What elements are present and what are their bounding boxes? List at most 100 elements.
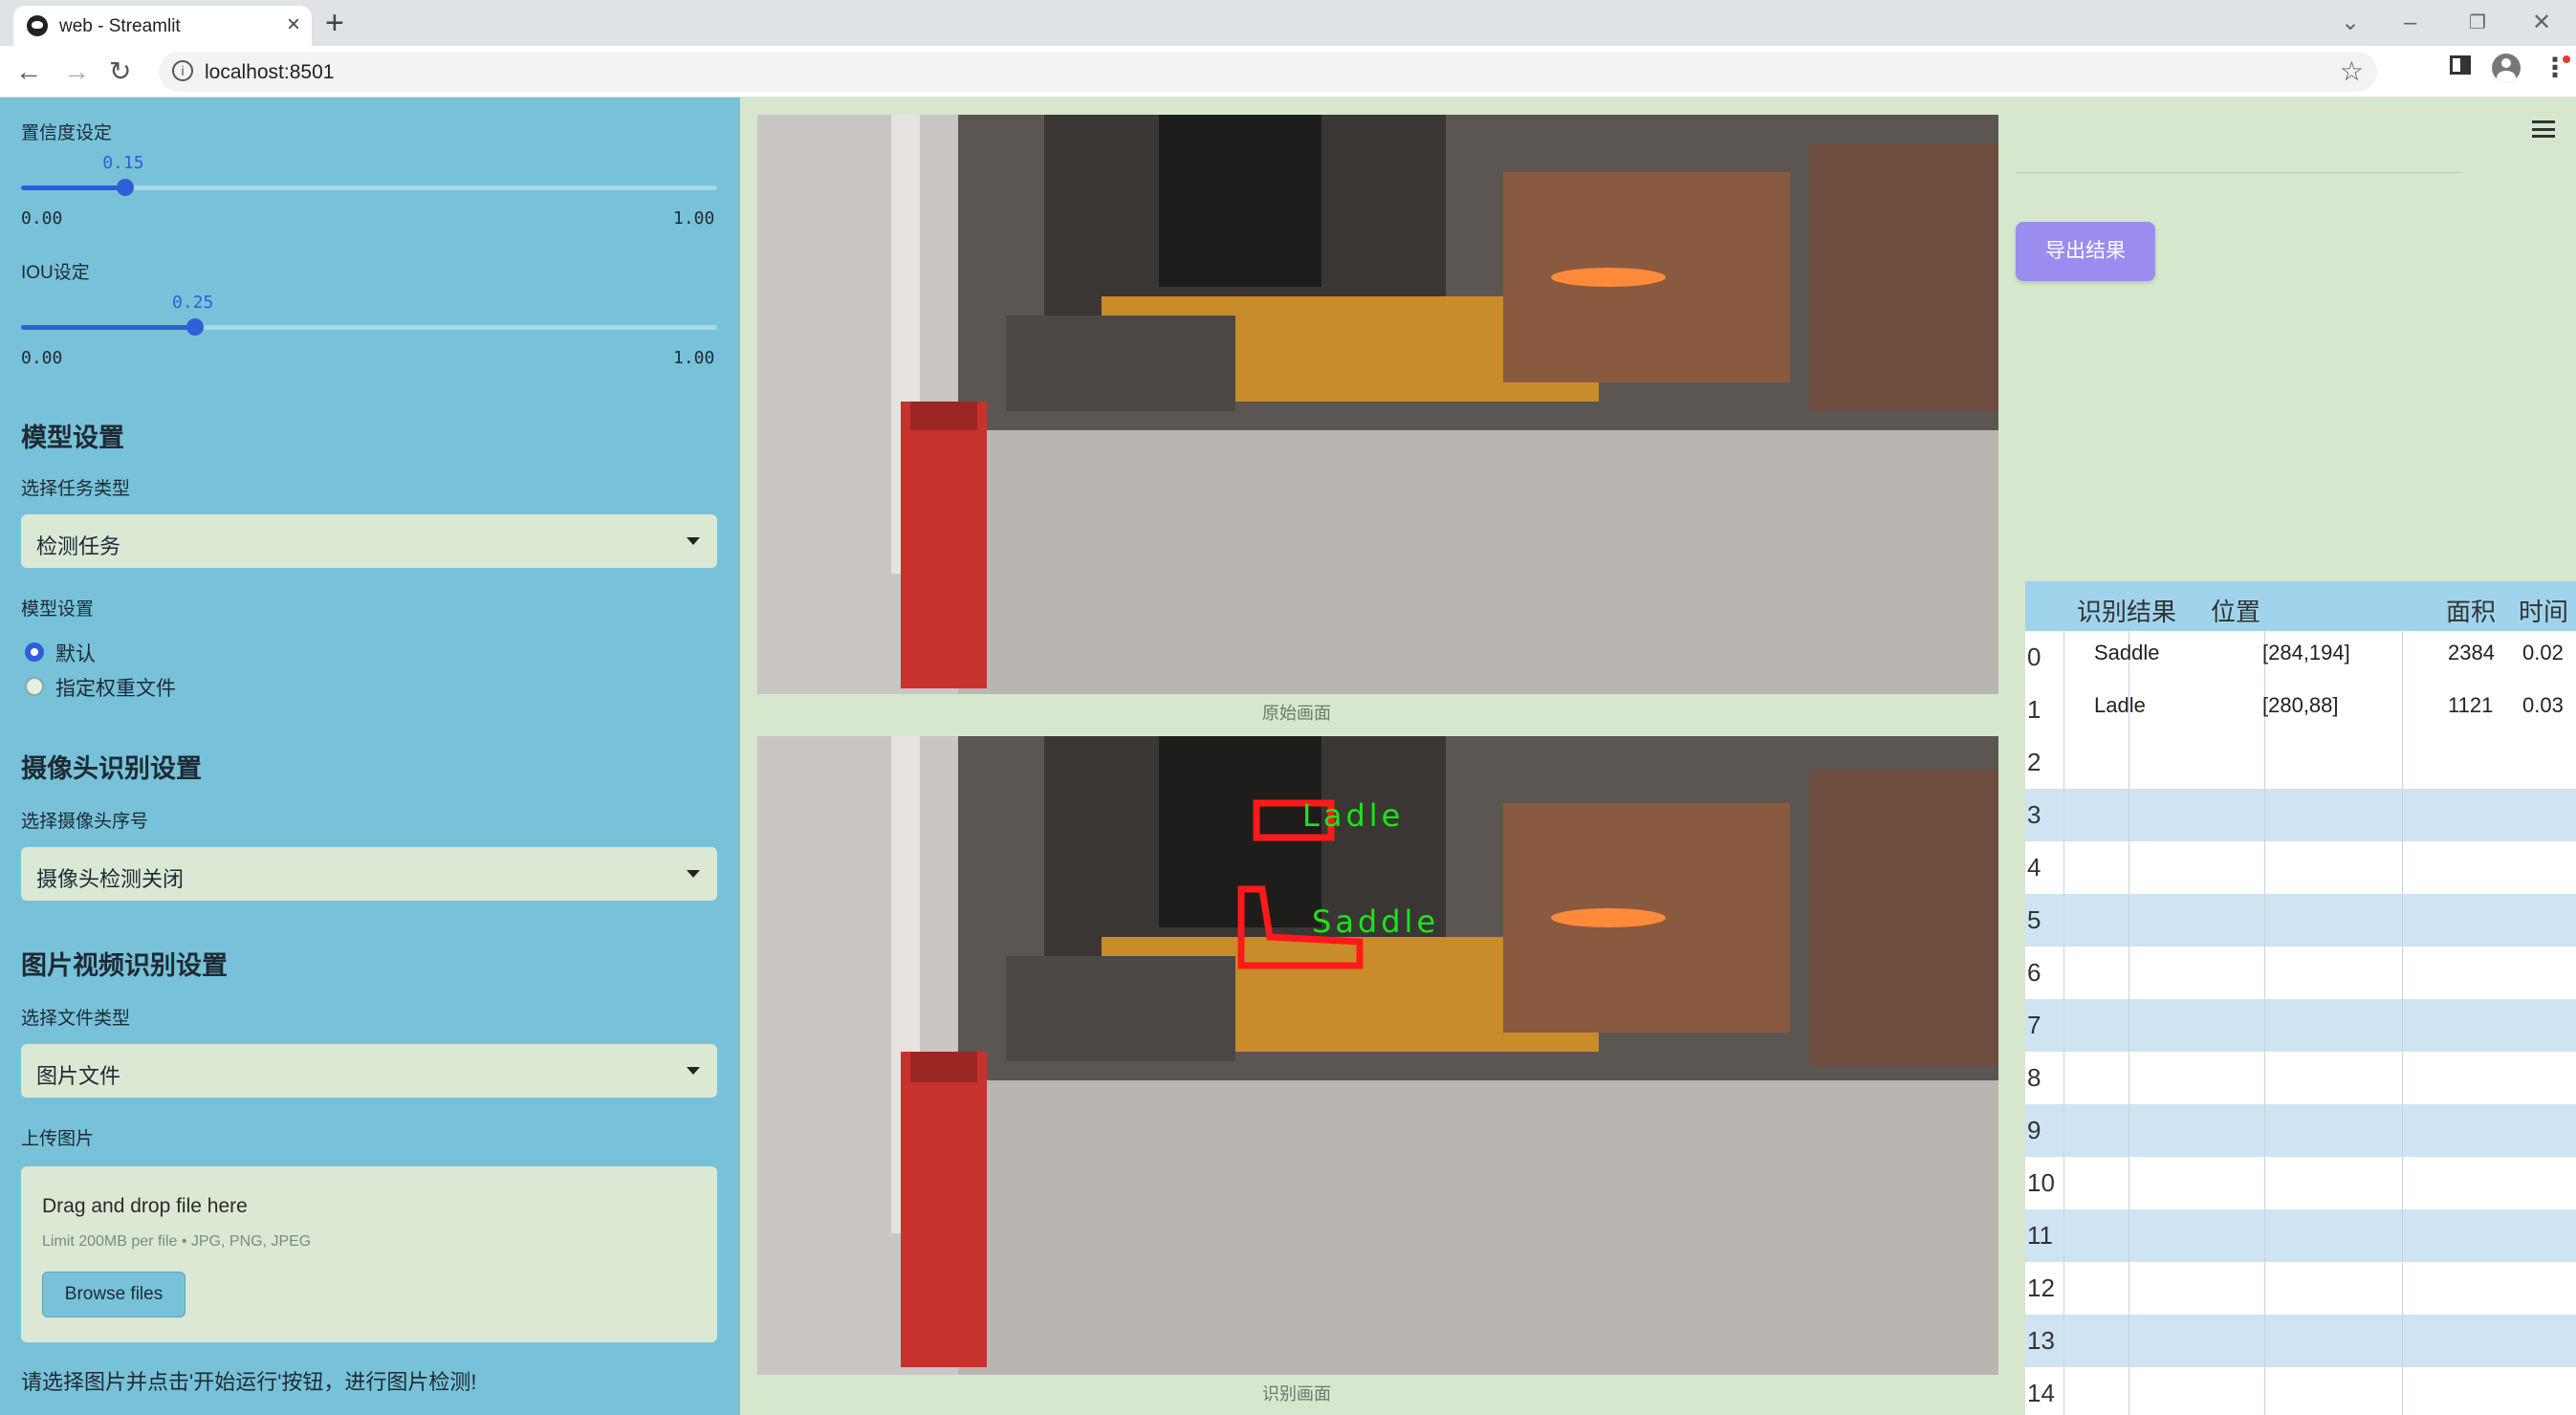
table-row[interactable]: 14 xyxy=(2025,1367,2576,1415)
column-divider xyxy=(2128,947,2129,999)
task-type-select[interactable]: 检测任务 xyxy=(21,514,717,568)
column-divider xyxy=(2402,1315,2403,1367)
file-dropzone[interactable]: Drag and drop file here Limit 200MB per … xyxy=(21,1166,717,1342)
iou-slider-thumb[interactable] xyxy=(186,318,204,336)
table-row[interactable]: 4 xyxy=(2025,841,2576,894)
close-icon[interactable]: × xyxy=(287,11,300,38)
ladle-detection-label: Ladle xyxy=(1302,797,1404,834)
column-divider xyxy=(2063,736,2064,789)
column-divider xyxy=(2063,894,2064,947)
camera-settings-heading: 摄像头识别设置 xyxy=(21,754,202,783)
bookmark-star-icon[interactable]: ☆ xyxy=(2340,55,2364,87)
hamburger-menu-icon[interactable] xyxy=(2532,120,2555,138)
file-type-select[interactable]: 图片文件 xyxy=(21,1044,717,1098)
confidence-slider-thumb[interactable] xyxy=(117,179,135,196)
table-row[interactable]: 13 xyxy=(2025,1315,2576,1367)
iou-min: 0.00 xyxy=(21,348,63,368)
col-header-time[interactable]: 时间 xyxy=(2519,593,2568,628)
column-divider xyxy=(2128,1209,2129,1262)
model-label: 模型设置 xyxy=(21,599,95,620)
column-divider xyxy=(2063,1367,2064,1415)
table-row[interactable]: 11 xyxy=(2025,1209,2576,1262)
reload-icon[interactable]: ↻ xyxy=(109,54,131,90)
chevron-down-icon xyxy=(687,537,700,545)
confidence-label: 置信度设定 xyxy=(21,123,113,143)
row-index: 4 xyxy=(2027,853,2041,882)
url-field[interactable]: i localhost:8501 ☆ xyxy=(159,52,2377,92)
radio-custom-weights-label[interactable]: 指定权重文件 xyxy=(55,673,176,702)
column-divider xyxy=(2402,631,2403,684)
table-row[interactable]: 5 xyxy=(2025,894,2576,947)
saddle-detection-label: Saddle xyxy=(1312,903,1439,940)
restore-icon[interactable]: ❐ xyxy=(2469,6,2486,40)
tab-search-icon[interactable]: ⌄ xyxy=(2341,6,2360,40)
chevron-down-icon xyxy=(687,1067,700,1075)
column-divider xyxy=(2063,1315,2064,1367)
back-icon[interactable]: ← xyxy=(15,54,42,90)
browser-tab[interactable]: web - Streamlit × xyxy=(13,6,312,46)
radio-default[interactable] xyxy=(25,642,44,662)
row-index: 11 xyxy=(2027,1221,2053,1250)
file-type-value: 图片文件 xyxy=(36,1064,121,1088)
detected-scene-illustration: Ladle Saddle xyxy=(757,736,1998,1375)
column-divider xyxy=(2063,684,2064,736)
table-row[interactable]: 1 Ladle [280,88] 1121 0.03 xyxy=(2025,684,2576,736)
window-close-icon[interactable]: ✕ xyxy=(2532,6,2551,40)
site-info-icon[interactable]: i xyxy=(172,60,193,81)
table-row[interactable]: 6 xyxy=(2025,947,2576,999)
row-index: 9 xyxy=(2027,1116,2041,1144)
new-tab-icon[interactable]: + xyxy=(325,4,344,42)
sidebar-instruction: 请选择图片并点击'开始运行'按钮，进行图片检测! xyxy=(21,1370,477,1394)
table-row[interactable]: 7 xyxy=(2025,999,2576,1052)
original-image xyxy=(757,115,1998,694)
cell-position: [280,88] xyxy=(2262,693,2339,717)
column-divider xyxy=(2063,999,2064,1052)
radio-custom-weights[interactable] xyxy=(25,677,44,696)
column-divider xyxy=(2264,1315,2265,1367)
column-divider xyxy=(2063,1052,2064,1104)
col-header-area[interactable]: 面积 xyxy=(2446,593,2496,628)
camera-index-select[interactable]: 摄像头检测关闭 xyxy=(21,847,717,901)
column-divider xyxy=(2063,789,2064,841)
table-row[interactable]: 2 xyxy=(2025,736,2576,789)
iou-value: 0.25 xyxy=(172,293,214,313)
detected-image: Ladle Saddle xyxy=(757,736,1998,1375)
column-divider xyxy=(2063,841,2064,894)
table-row[interactable]: 0 Saddle [284,194] 2384 0.02 xyxy=(2025,631,2576,684)
column-divider xyxy=(2264,1367,2265,1415)
upload-label: 上传图片 xyxy=(21,1129,95,1149)
column-divider xyxy=(2264,894,2265,947)
export-results-button[interactable]: 导出结果 xyxy=(2016,222,2155,281)
row-index: 3 xyxy=(2027,800,2041,829)
confidence-slider[interactable]: 0.15 xyxy=(21,153,717,196)
forward-icon[interactable]: → xyxy=(63,54,90,90)
browser-menu-icon[interactable]: ⋮ xyxy=(2542,52,2570,83)
table-header: 识别结果 位置 面积 时间 xyxy=(2025,581,2576,631)
column-divider xyxy=(2402,841,2403,894)
column-divider xyxy=(2264,841,2265,894)
browse-files-button[interactable]: Browse files xyxy=(42,1272,186,1317)
col-header-position[interactable]: 位置 xyxy=(2211,593,2260,628)
table-row[interactable]: 10 xyxy=(2025,1157,2576,1209)
radio-default-label[interactable]: 默认 xyxy=(55,639,96,667)
column-divider xyxy=(2402,1209,2403,1262)
row-index: 8 xyxy=(2027,1063,2041,1092)
confidence-slider-fill xyxy=(21,185,126,190)
table-row[interactable]: 12 xyxy=(2025,1262,2576,1315)
col-header-class[interactable]: 识别结果 xyxy=(2077,593,2176,628)
minimize-icon[interactable]: – xyxy=(2404,6,2416,40)
profile-avatar-icon[interactable] xyxy=(2492,54,2521,82)
column-divider xyxy=(2063,631,2064,684)
table-row[interactable]: 8 xyxy=(2025,1052,2576,1104)
iou-slider[interactable]: 0.25 xyxy=(21,293,717,336)
column-divider xyxy=(2402,894,2403,947)
side-panel-icon[interactable] xyxy=(2450,55,2471,75)
column-divider xyxy=(2128,1052,2129,1104)
column-divider xyxy=(2402,789,2403,841)
column-divider xyxy=(2402,1262,2403,1315)
task-type-value: 检测任务 xyxy=(36,534,121,558)
cell-time: 0.02 xyxy=(2522,641,2564,664)
table-row[interactable]: 9 xyxy=(2025,1104,2576,1157)
table-row[interactable]: 3 xyxy=(2025,789,2576,841)
column-divider xyxy=(2402,999,2403,1052)
